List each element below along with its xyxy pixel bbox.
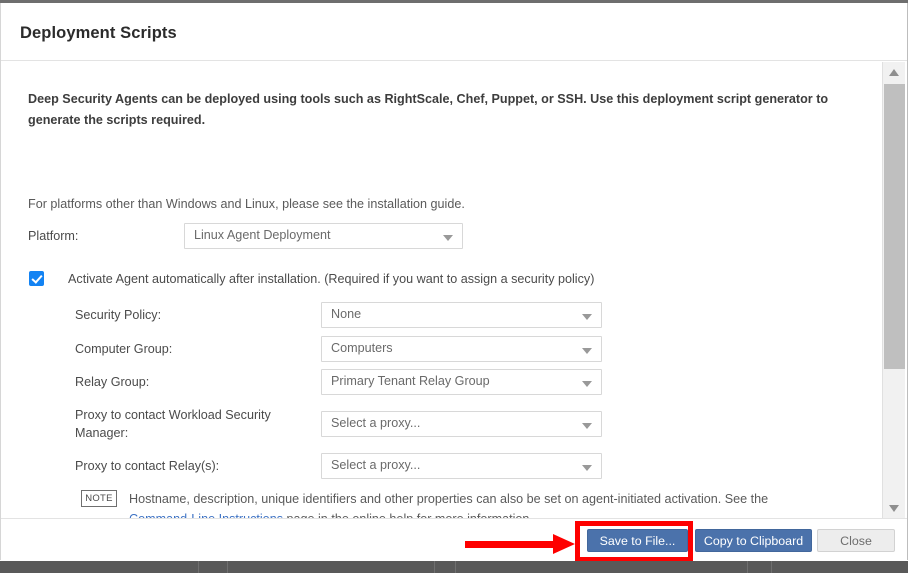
deployment-scripts-dialog: Deployment Scripts Deep Security Agents …	[0, 0, 908, 573]
dialog-header: Deployment Scripts	[1, 3, 907, 61]
security-policy-value: None	[331, 307, 362, 321]
taskbar-divider	[771, 561, 772, 573]
computer-group-value: Computers	[331, 341, 393, 355]
note-badge: NOTE	[81, 490, 117, 507]
note-text: Hostname, description, unique identifier…	[129, 489, 829, 518]
copy-to-clipboard-button[interactable]: Copy to Clipboard	[695, 529, 812, 552]
proxy-manager-label: Proxy to contact Workload Security Manag…	[75, 408, 271, 440]
close-button[interactable]: Close	[817, 529, 895, 552]
activate-agent-checkbox[interactable]	[29, 271, 44, 286]
scroll-down-button[interactable]	[883, 499, 905, 517]
taskbar-divider	[747, 561, 748, 573]
chevron-down-icon	[443, 235, 453, 241]
os-taskbar	[0, 561, 908, 573]
chevron-down-icon	[582, 465, 592, 471]
relay-group-label: Relay Group:	[75, 375, 150, 389]
scroll-up-button[interactable]	[883, 63, 905, 81]
platform-label: Platform:	[28, 229, 79, 243]
page-title: Deployment Scripts	[20, 24, 177, 42]
relay-group-value: Primary Tenant Relay Group	[331, 374, 490, 388]
note-text-before: Hostname, description, unique identifier…	[129, 492, 769, 506]
taskbar-divider	[227, 561, 228, 573]
security-policy-select[interactable]: None	[321, 302, 602, 328]
computer-group-select[interactable]: Computers	[321, 336, 602, 362]
intro-sub-text: For platforms other than Windows and Lin…	[28, 197, 465, 211]
triangle-down-icon	[889, 505, 899, 512]
dialog-footer: Save to File... Copy to Clipboard Close	[1, 518, 907, 560]
chevron-down-icon	[582, 348, 592, 354]
proxy-relays-value: Select a proxy...	[331, 458, 421, 472]
relay-group-select[interactable]: Primary Tenant Relay Group	[321, 369, 602, 395]
security-policy-label: Security Policy:	[75, 308, 162, 322]
save-to-file-button[interactable]: Save to File...	[587, 529, 688, 552]
proxy-relays-label: Proxy to contact Relay(s):	[75, 459, 220, 473]
chevron-down-icon	[582, 381, 592, 387]
platform-select[interactable]: Linux Agent Deployment	[184, 223, 463, 249]
taskbar-divider	[434, 561, 435, 573]
platform-select-value: Linux Agent Deployment	[194, 228, 331, 242]
triangle-up-icon	[889, 69, 899, 76]
proxy-manager-select[interactable]: Select a proxy...	[321, 411, 602, 437]
activate-agent-label: Activate Agent automatically after insta…	[68, 272, 595, 286]
chevron-down-icon	[582, 423, 592, 429]
scrollbar-thumb[interactable]	[884, 84, 905, 369]
vertical-scrollbar[interactable]	[882, 62, 905, 518]
taskbar-divider	[455, 561, 456, 573]
chevron-down-icon	[582, 314, 592, 320]
proxy-manager-value: Select a proxy...	[331, 416, 421, 430]
taskbar-divider	[198, 561, 199, 573]
computer-group-label: Computer Group:	[75, 342, 173, 356]
intro-bold-text: Deep Security Agents can be deployed usi…	[28, 92, 829, 127]
dialog-content: Deep Security Agents can be deployed usi…	[1, 62, 879, 518]
dialog-body: Deep Security Agents can be deployed usi…	[1, 62, 907, 518]
proxy-relays-select[interactable]: Select a proxy...	[321, 453, 602, 479]
